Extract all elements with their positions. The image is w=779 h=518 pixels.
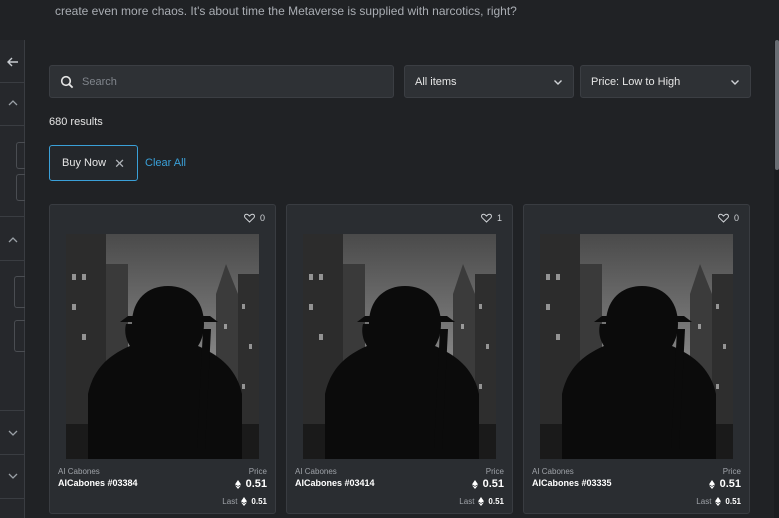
eth-icon [478, 497, 485, 506]
close-icon[interactable]: ✕ [114, 157, 125, 170]
heart-icon [481, 213, 492, 223]
eth-icon [471, 479, 478, 489]
last-label: Last [459, 497, 475, 506]
last-amount: 0.51 [725, 497, 741, 506]
nft-card[interactable]: 0 AI Cabones AICabones #03335 Price 0.51 [523, 204, 750, 514]
like-count: 0 [259, 213, 265, 223]
nft-image[interactable] [66, 234, 259, 459]
eth-icon [241, 497, 248, 506]
search-icon [60, 75, 74, 88]
heart-icon [718, 213, 729, 223]
nft-card[interactable]: 1 AI Cabones AICabones #03414 Price 0.51 [286, 204, 513, 514]
collection-description: create even more chaos. It's about time … [55, 4, 517, 18]
chevron-down-icon [8, 473, 17, 479]
filter-section-toggle-1[interactable] [0, 93, 25, 113]
token-name[interactable]: AICabones #03414 [295, 478, 375, 488]
sidebar-divider [0, 498, 25, 499]
filter-section-toggle-3[interactable] [0, 423, 25, 443]
filter-option-box[interactable] [14, 276, 25, 308]
sidebar-divider [0, 216, 25, 217]
like-button[interactable]: 0 [244, 213, 265, 223]
nft-card[interactable]: 0 AI Cabones AICabones #03384 Price 0.51 [49, 204, 276, 514]
active-filter-chip[interactable]: Buy Now ✕ [49, 145, 138, 181]
active-filter-label: Buy Now [62, 157, 107, 169]
sidebar-divider [0, 454, 25, 455]
search-input[interactable] [82, 75, 382, 88]
chevron-down-icon [8, 430, 17, 436]
noir-gangster-artwork [66, 234, 259, 459]
sidebar-divider [0, 410, 25, 411]
last-label: Last [696, 497, 712, 506]
price-value: 0.51 [471, 478, 504, 490]
noir-gangster-artwork [303, 234, 496, 459]
like-button[interactable]: 1 [481, 213, 502, 223]
price-amount: 0.51 [719, 478, 741, 490]
eth-icon [715, 497, 722, 506]
collection-name: AI Cabones [295, 467, 337, 476]
collapse-sidebar-button[interactable] [0, 52, 25, 72]
like-count: 0 [733, 213, 739, 223]
chevron-up-icon [8, 100, 17, 106]
clear-all-link[interactable]: Clear All [145, 157, 186, 169]
last-amount: 0.51 [251, 497, 267, 506]
filter-section-toggle-2[interactable] [0, 230, 25, 250]
sort-select[interactable]: Price: Low to High [580, 65, 751, 98]
sidebar-divider [0, 260, 25, 261]
chevron-down-icon [731, 79, 739, 85]
eth-icon [234, 479, 241, 489]
last-sale: Last 0.51 [459, 497, 504, 506]
scroll-thumb[interactable] [775, 40, 779, 170]
price-amount: 0.51 [245, 478, 267, 490]
price-label: Price [722, 467, 741, 476]
price-label: Price [485, 467, 504, 476]
nft-image[interactable] [303, 234, 496, 459]
collection-header: create even more chaos. It's about time … [0, 0, 779, 40]
eth-icon [708, 479, 715, 489]
last-label: Last [222, 497, 238, 506]
chevron-down-icon [554, 79, 562, 85]
price-label: Price [248, 467, 267, 476]
items-filter-value: All items [415, 75, 457, 88]
filter-sidebar [0, 40, 25, 518]
last-amount: 0.51 [488, 497, 504, 506]
results-count: 680 results [49, 116, 103, 128]
price-amount: 0.51 [482, 478, 504, 490]
token-name[interactable]: AICabones #03335 [532, 478, 612, 488]
like-count: 1 [496, 213, 502, 223]
filter-section-toggle-4[interactable] [0, 466, 25, 486]
items-filter-select[interactable]: All items [404, 65, 574, 98]
price-value: 0.51 [234, 478, 267, 490]
collection-name: AI Cabones [532, 467, 574, 476]
collection-name: AI Cabones [58, 467, 100, 476]
last-sale: Last 0.51 [222, 497, 267, 506]
sidebar-divider [0, 82, 25, 83]
like-button[interactable]: 0 [718, 213, 739, 223]
filter-max-input[interactable] [16, 174, 25, 201]
scrollbar[interactable] [774, 40, 779, 518]
sort-value: Price: Low to High [591, 75, 681, 88]
filter-option-box[interactable] [14, 320, 25, 352]
search-box[interactable] [49, 65, 394, 98]
sidebar-divider [0, 125, 25, 126]
chevron-up-icon [8, 237, 17, 243]
noir-gangster-artwork [540, 234, 733, 459]
nft-image[interactable] [540, 234, 733, 459]
token-name[interactable]: AICabones #03384 [58, 478, 138, 488]
collapse-arrow-icon [6, 57, 18, 67]
filter-min-input[interactable] [16, 142, 25, 169]
last-sale: Last 0.51 [696, 497, 741, 506]
heart-icon [244, 213, 255, 223]
price-value: 0.51 [708, 478, 741, 490]
main-content: All items Price: Low to High 680 results… [26, 40, 779, 518]
